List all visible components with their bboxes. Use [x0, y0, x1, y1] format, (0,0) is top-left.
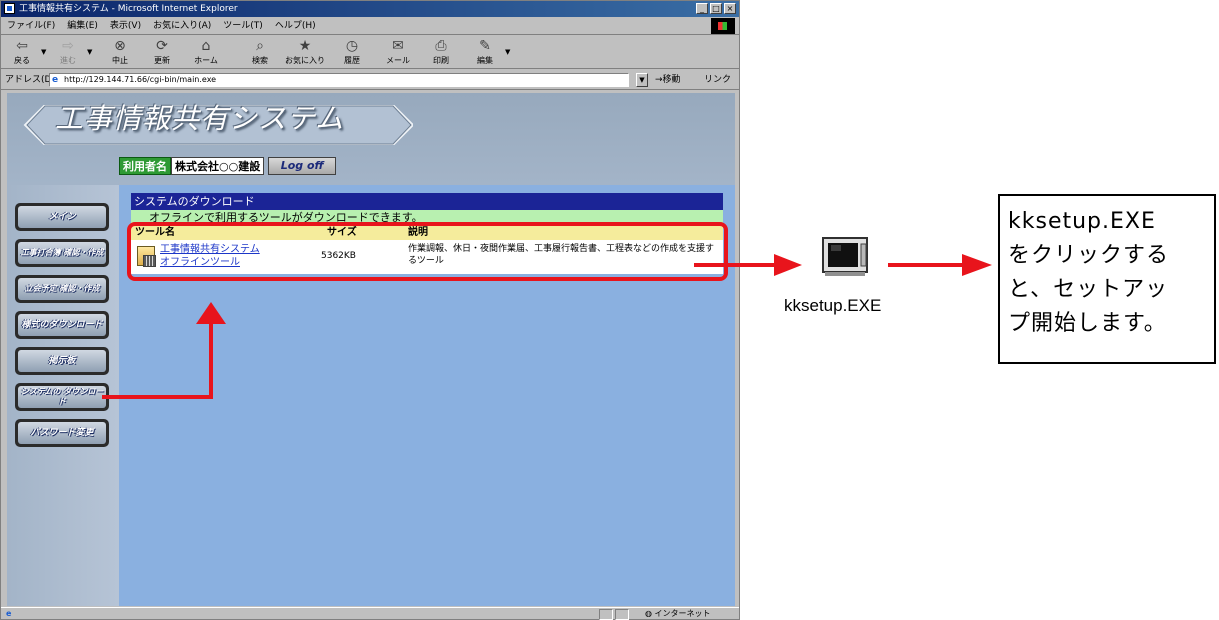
history-icon: ◷	[345, 38, 359, 54]
home-button[interactable]: ⌂ ホーム	[189, 38, 223, 66]
menu-file[interactable]: ファイル(F)	[7, 17, 55, 34]
nav-label: メイン	[18, 206, 106, 228]
setup-exe-label: kksetup.EXE	[784, 296, 882, 315]
edit-icon: ✎	[479, 38, 491, 54]
menu-tools[interactable]: ツール(T)	[223, 17, 263, 34]
close-button[interactable]: ×	[724, 3, 736, 14]
refresh-icon: ⟳	[156, 38, 168, 54]
window-title: 工事情報共有システム - Microsoft Internet Explorer	[19, 4, 238, 14]
right-arrow-head-2	[962, 254, 992, 276]
home-icon: ⌂	[201, 38, 211, 54]
search-icon: ⌕	[256, 38, 264, 54]
standard-toolbar: ⇦ 戻る ▼ ⇨ 進む ▼ ⊗ 中止 ⟳ 更新 ⌂ ホーム ⌕ 検索 ★ お気に…	[1, 36, 739, 69]
nav-label: 立会予定 確認・作成	[18, 278, 106, 300]
logoff-button[interactable]: Log off	[268, 157, 337, 175]
menu-help[interactable]: ヘルプ(H)	[275, 17, 316, 34]
callout-line: プ開始します。	[1008, 311, 1167, 336]
user-name: 株式会社○○建設	[171, 157, 265, 175]
history-button[interactable]: ◷ 履歴	[335, 38, 369, 66]
go-button[interactable]: →移動	[655, 70, 681, 90]
nav-label: 工事打合簿 確認・作成	[18, 242, 106, 264]
highlight-frame	[127, 222, 728, 281]
minimize-button[interactable]: _	[696, 3, 708, 14]
nav-label: 掲示板	[18, 350, 106, 372]
edit-dropdown-icon[interactable]: ▼	[505, 48, 510, 56]
nav-label: 様式のダウンロード	[18, 314, 106, 336]
address-dropdown-icon[interactable]: ▼	[636, 73, 648, 87]
forward-dropdown-icon[interactable]: ▼	[87, 48, 92, 56]
page-content: 工事情報共有システム 利用者名 株式会社○○建設 Log off メイン 工事打…	[7, 93, 735, 606]
side-nav: メイン 工事打合簿 確認・作成 立会予定 確認・作成 様式のダウンロード 掲示板…	[7, 185, 119, 606]
right-arrow-head-1	[774, 254, 802, 276]
ie-app-icon	[4, 3, 15, 14]
menu-favorites[interactable]: お気に入り(A)	[153, 17, 211, 34]
back-arrow-icon: ⇦	[16, 38, 28, 54]
maximize-button[interactable]: □	[710, 3, 722, 14]
back-button[interactable]: ⇦ 戻る	[5, 38, 39, 66]
favorites-icon: ★	[298, 38, 312, 54]
page-header: 工事情報共有システム 利用者名 株式会社○○建設 Log off	[7, 93, 735, 185]
callout-line: をクリックする	[1008, 243, 1170, 268]
callout-line: と、セットアッ	[1008, 277, 1169, 302]
nav-bulletin-board[interactable]: 掲示板	[15, 347, 109, 375]
user-bar: 利用者名 株式会社○○建設 Log off	[119, 157, 337, 175]
search-button[interactable]: ⌕ 検索	[243, 38, 277, 66]
edit-button[interactable]: ✎ 編集	[468, 38, 502, 66]
main-panel: システムのダウンロード オフラインで利用するツールがダウンロードできます。 ツー…	[119, 185, 735, 606]
address-input[interactable]: http://129.144.71.66/cgi-bin/main.exe	[49, 73, 629, 87]
setup-exe-icon[interactable]	[821, 234, 873, 278]
status-cell	[615, 609, 629, 620]
status-bar: e ◍ インターネット	[1, 607, 739, 620]
refresh-button[interactable]: ⟳ 更新	[145, 38, 179, 66]
back-dropdown-icon[interactable]: ▼	[41, 48, 46, 56]
internet-zone: ◍ インターネット	[645, 609, 711, 618]
print-icon: ⎙	[435, 38, 447, 54]
status-cell	[599, 609, 613, 620]
section-title: システムのダウンロード	[131, 193, 723, 210]
mail-button[interactable]: ✉ メール	[381, 38, 415, 66]
address-bar: アドレス(D) http://129.144.71.66/cgi-bin/mai…	[1, 70, 739, 105]
nav-main[interactable]: メイン	[15, 203, 109, 231]
nav-system-download[interactable]: システムの ダウンロード	[15, 383, 109, 411]
nav-meeting-records[interactable]: 工事打合簿 確認・作成	[15, 239, 109, 267]
stop-icon: ⊗	[114, 38, 126, 54]
stop-button[interactable]: ⊗ 中止	[103, 38, 137, 66]
menu-view[interactable]: 表示(V)	[110, 17, 141, 34]
address-label: アドレス(D)	[5, 75, 55, 85]
user-label: 利用者名	[119, 157, 171, 175]
menu-edit[interactable]: 編集(E)	[67, 17, 98, 34]
callout-line: kksetup.EXE	[1008, 209, 1156, 234]
instruction-callout: kksetup.EXE をクリックする と、セットアッ プ開始します。	[998, 194, 1216, 364]
print-button[interactable]: ⎙ 印刷	[424, 38, 458, 66]
forward-button[interactable]: ⇨ 進む	[51, 38, 85, 66]
page-status-icon: e	[6, 609, 12, 618]
nav-label: システムの ダウンロード	[18, 386, 106, 408]
nav-password-change[interactable]: パスワード変更	[15, 419, 109, 447]
windows-logo-icon	[711, 18, 735, 34]
favorites-button[interactable]: ★ お気に入り	[283, 38, 327, 66]
mail-icon: ✉	[392, 38, 404, 54]
menu-bar: ファイル(F) 編集(E) 表示(V) お気に入り(A) ツール(T) ヘルプ(…	[1, 17, 739, 35]
forward-arrow-icon: ⇨	[62, 38, 74, 54]
title-bar: 工事情報共有システム - Microsoft Internet Explorer…	[1, 1, 739, 17]
nav-form-download[interactable]: 様式のダウンロード	[15, 311, 109, 339]
nav-inspection-schedule[interactable]: 立会予定 確認・作成	[15, 275, 109, 303]
system-title: 工事情報共有システム	[55, 102, 345, 135]
nav-label: パスワード変更	[18, 422, 106, 444]
browser-window: 工事情報共有システム - Microsoft Internet Explorer…	[0, 0, 740, 620]
